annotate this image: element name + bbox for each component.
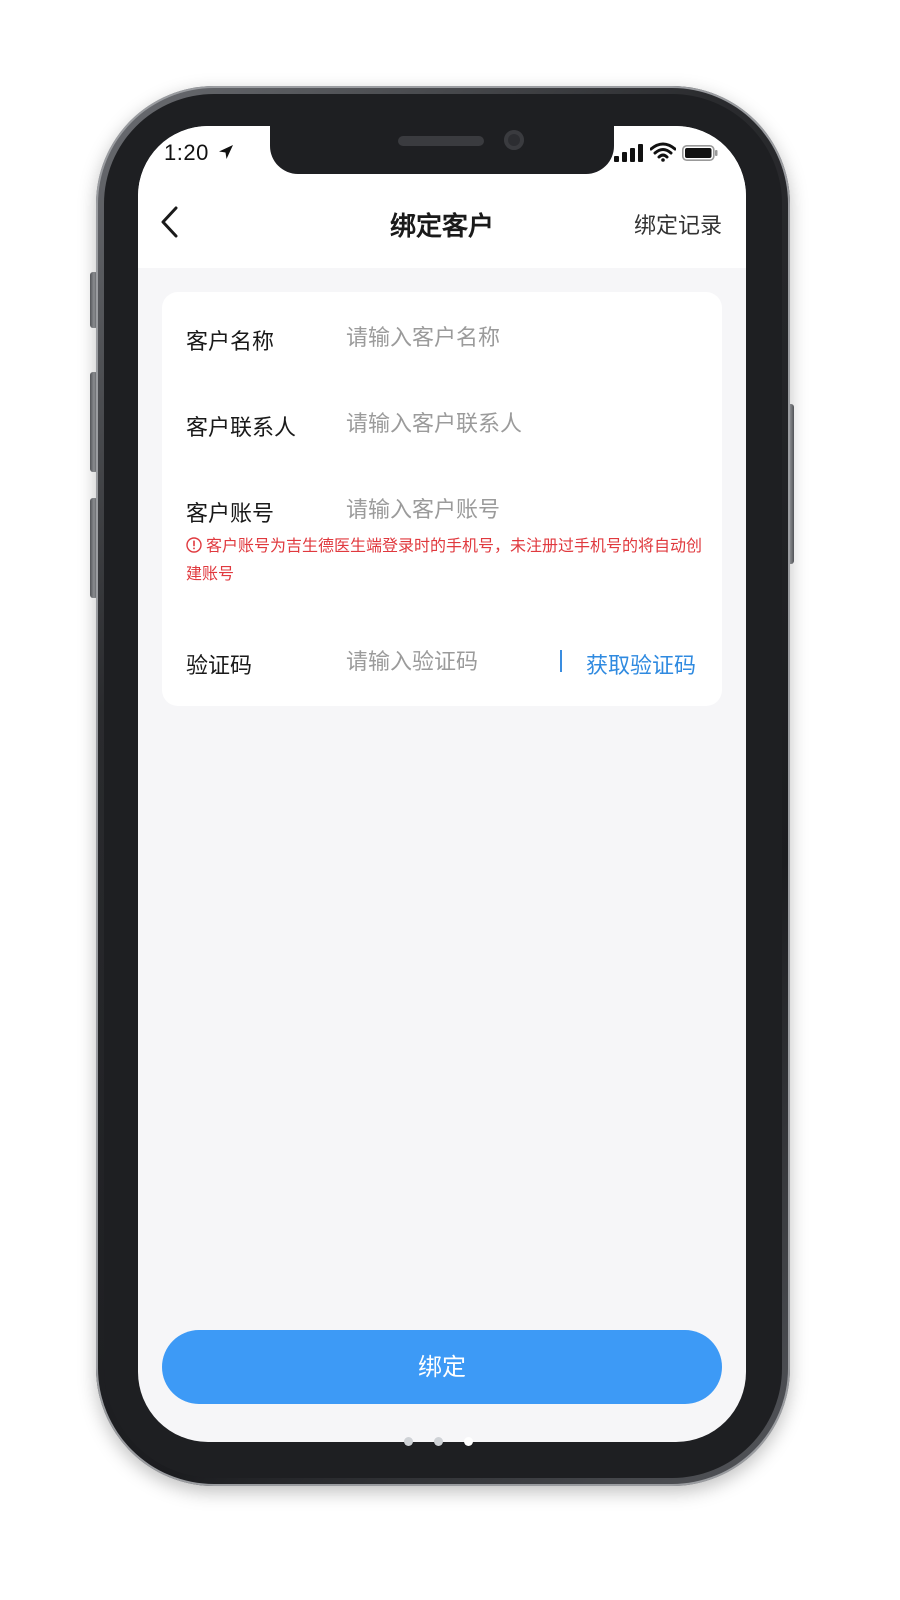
verification-code-input[interactable] bbox=[346, 642, 536, 682]
customer-contact-label: 客户联系人 bbox=[186, 416, 297, 441]
signal-icon bbox=[614, 144, 643, 162]
phone-camera bbox=[504, 130, 524, 150]
status-time: 1:20 bbox=[164, 140, 209, 165]
bind-records-link[interactable]: 绑定记录 bbox=[634, 208, 722, 240]
bind-submit-button[interactable]: 绑定 bbox=[162, 1330, 722, 1404]
warning-circle-icon bbox=[186, 537, 202, 553]
customer-name-row: 客户名称 bbox=[162, 318, 722, 358]
customer-contact-input[interactable] bbox=[346, 404, 676, 444]
phone-notch bbox=[270, 126, 614, 174]
customer-name-label: 客户名称 bbox=[186, 330, 275, 355]
verification-code-label: 验证码 bbox=[186, 654, 253, 679]
customer-account-label: 客户账号 bbox=[186, 502, 275, 527]
customer-name-input[interactable] bbox=[346, 318, 676, 358]
account-warning: 客户账号为吉生德医生端登录时的手机号，未注册过手机号的将自动创建账号 bbox=[186, 532, 706, 588]
get-code-button[interactable]: 获取验证码 bbox=[586, 648, 696, 680]
customer-account-input[interactable] bbox=[346, 490, 676, 530]
code-divider bbox=[560, 650, 562, 672]
page-dot bbox=[404, 1437, 413, 1446]
bind-customer-form: 客户名称 客户联系人 客户账号 客户账号为吉生德医生端登录时的手机号，未注册过手… bbox=[162, 292, 722, 706]
page-indicator bbox=[400, 1437, 490, 1447]
customer-contact-row: 客户联系人 bbox=[162, 404, 722, 444]
verification-code-row: 验证码 获取验证码 bbox=[162, 642, 722, 682]
wifi-icon bbox=[650, 142, 676, 162]
phone-screen: 1:20 绑定客户 绑定记录 客户名称 请输入客户名称 客户联系人 请输入客户联… bbox=[138, 126, 746, 1442]
nav-bar: 绑定客户 绑定记录 bbox=[138, 182, 746, 268]
stage: 1:20 绑定客户 绑定记录 客户名称 请输入客户名称 客户联系人 请输入客户联… bbox=[0, 0, 900, 1600]
location-arrow-icon bbox=[219, 145, 233, 159]
page-dot bbox=[434, 1437, 443, 1446]
page-dot-active bbox=[464, 1437, 473, 1446]
phone-speaker bbox=[398, 136, 484, 146]
battery-icon bbox=[682, 145, 718, 161]
account-warning-text: 客户账号为吉生德医生端登录时的手机号，未注册过手机号的将自动创建账号 bbox=[186, 536, 703, 583]
customer-account-row: 客户账号 bbox=[162, 490, 722, 530]
